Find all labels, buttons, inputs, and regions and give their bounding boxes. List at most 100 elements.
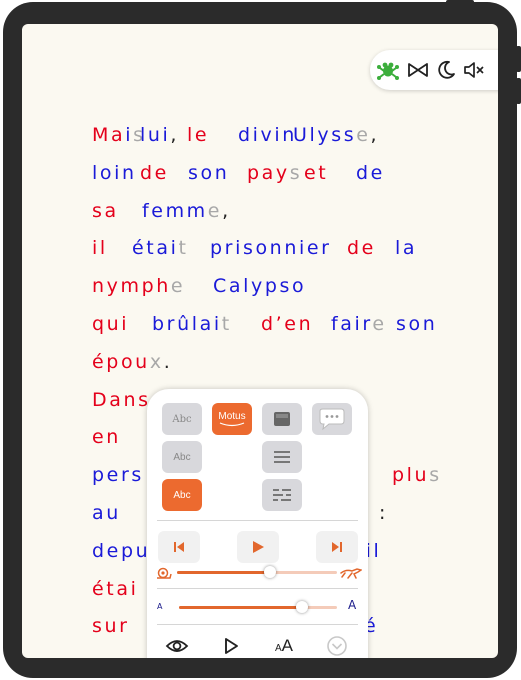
text-word[interactable]: faire — [331, 309, 387, 339]
speed-slider[interactable] — [177, 566, 337, 578]
word-syllable: au — [92, 502, 121, 524]
word-syllable: Ulyss — [293, 124, 357, 146]
font-selected-tile[interactable]: Abc — [162, 479, 202, 511]
font-selected-label: Abc — [173, 489, 191, 501]
bowtie-icon[interactable] — [406, 58, 430, 82]
text-word[interactable]: d’en — [261, 309, 313, 339]
text-word[interactable]: divin — [238, 120, 297, 150]
text-word[interactable]: Dans — [92, 385, 151, 415]
read-aloud-button[interactable] — [218, 633, 244, 658]
text-word[interactable]: il — [92, 233, 108, 263]
word-syllable: , — [170, 124, 180, 146]
panel-divider — [157, 624, 358, 625]
font-serif-tile[interactable]: Abc — [162, 403, 202, 435]
word-syllable: , — [370, 124, 380, 146]
text-word[interactable]: loin — [92, 158, 137, 188]
line-highlight-icon — [274, 412, 290, 426]
text-word[interactable]: de — [347, 233, 376, 263]
text-word[interactable]: et — [304, 158, 328, 188]
skip-back-icon — [174, 542, 184, 552]
single-line-tile[interactable] — [262, 403, 302, 435]
line-spacing-tile[interactable] — [262, 441, 302, 473]
word-syllable: sa — [92, 199, 119, 222]
text-size-icon-large: A — [281, 636, 293, 655]
text-word[interactable]: lui, — [140, 120, 179, 150]
text-word[interactable]: pers — [92, 460, 144, 490]
text-word[interactable]: Mais — [92, 120, 146, 150]
lines-icon — [274, 451, 290, 463]
moon-icon[interactable] — [434, 58, 458, 82]
text-word[interactable]: Calypso — [213, 271, 306, 301]
cheetah-icon — [340, 564, 363, 579]
word-syllable: t — [221, 313, 232, 335]
text-word[interactable]: la — [395, 233, 417, 263]
text-size-button[interactable]: AA — [271, 633, 297, 658]
word-syllable: Ma — [92, 124, 126, 146]
text-word[interactable]: en — [92, 422, 121, 452]
skip-forward-button[interactable] — [316, 531, 358, 563]
font-sans-tile[interactable]: Abc — [162, 441, 202, 473]
speech-bubble-icon — [319, 408, 345, 431]
word-syllable: : — [379, 502, 389, 524]
text-word[interactable]: plus — [392, 460, 442, 490]
word-syllable: depu — [92, 539, 151, 562]
text-word[interactable]: pays — [247, 158, 302, 188]
word-syllable: i — [125, 124, 134, 146]
text-word[interactable]: sa — [92, 196, 119, 226]
word-spacing-tile[interactable] — [262, 479, 302, 511]
word-syllable: loin — [92, 161, 137, 184]
font-serif-label: Abc — [172, 413, 192, 425]
text-size-slider-handle[interactable] — [296, 601, 309, 613]
eye-button[interactable] — [164, 633, 190, 658]
collapse-panel-button[interactable] — [324, 633, 350, 658]
word-syllable: fair — [331, 313, 373, 335]
word-syllable: , — [222, 199, 231, 222]
word-syllable: le — [187, 124, 210, 146]
text-word[interactable]: nymphe — [92, 271, 185, 301]
text-word[interactable]: époux. — [92, 347, 172, 377]
play-button[interactable] — [237, 531, 279, 563]
motus-label: Motus — [218, 411, 246, 422]
text-word[interactable]: Ulysse, — [293, 120, 379, 150]
word-syllable: e — [356, 124, 371, 146]
text-word[interactable]: son — [188, 158, 229, 188]
text-word[interactable]: prisonnier — [210, 233, 332, 263]
frog-icon[interactable] — [376, 58, 400, 82]
word-syllable: t — [178, 237, 189, 260]
snail-icon — [156, 565, 172, 579]
text-word[interactable]: femme, — [142, 196, 231, 226]
word-syllable: e — [170, 275, 186, 298]
word-syllable: la — [395, 237, 418, 260]
word-syllable: d’en — [261, 313, 314, 335]
word-syllable: son — [396, 313, 438, 335]
word-syllable: étai — [92, 577, 139, 600]
word-syllable: s — [289, 161, 303, 184]
text-word[interactable]: : — [379, 498, 388, 528]
text-word[interactable]: qui — [92, 309, 129, 339]
text-word[interactable]: de — [356, 158, 385, 188]
word-syllable: de — [140, 161, 169, 184]
text-word[interactable]: de — [140, 158, 169, 188]
word-syllable: divin — [238, 124, 297, 146]
size-large-label: A — [348, 598, 357, 612]
text-word[interactable]: étai — [92, 574, 138, 604]
text-word[interactable]: brûlait — [152, 309, 232, 339]
text-word[interactable]: sur — [92, 611, 130, 641]
text-size-slider[interactable] — [179, 601, 337, 613]
word-syllable: de — [347, 237, 376, 260]
skip-back-button[interactable] — [158, 531, 200, 563]
text-word[interactable]: depu — [92, 536, 150, 566]
speed-slider-handle[interactable] — [263, 566, 276, 578]
motus-underline-icon — [219, 422, 245, 427]
reading-screen: Mais lui, le divin Ulysse, loin de son pays et de s… — [22, 24, 498, 658]
volume-down-button — [516, 78, 521, 104]
mute-icon[interactable] — [462, 58, 486, 82]
motus-tile[interactable]: Motus — [212, 403, 252, 435]
motus-logo: Motus — [218, 411, 246, 427]
speech-bubble-tile[interactable] — [312, 403, 352, 435]
text-word[interactable]: son — [396, 309, 437, 339]
text-word[interactable]: le — [187, 120, 209, 150]
word-syllable: e — [372, 313, 387, 335]
text-word[interactable]: était — [132, 233, 189, 263]
text-word[interactable]: au — [92, 498, 121, 528]
